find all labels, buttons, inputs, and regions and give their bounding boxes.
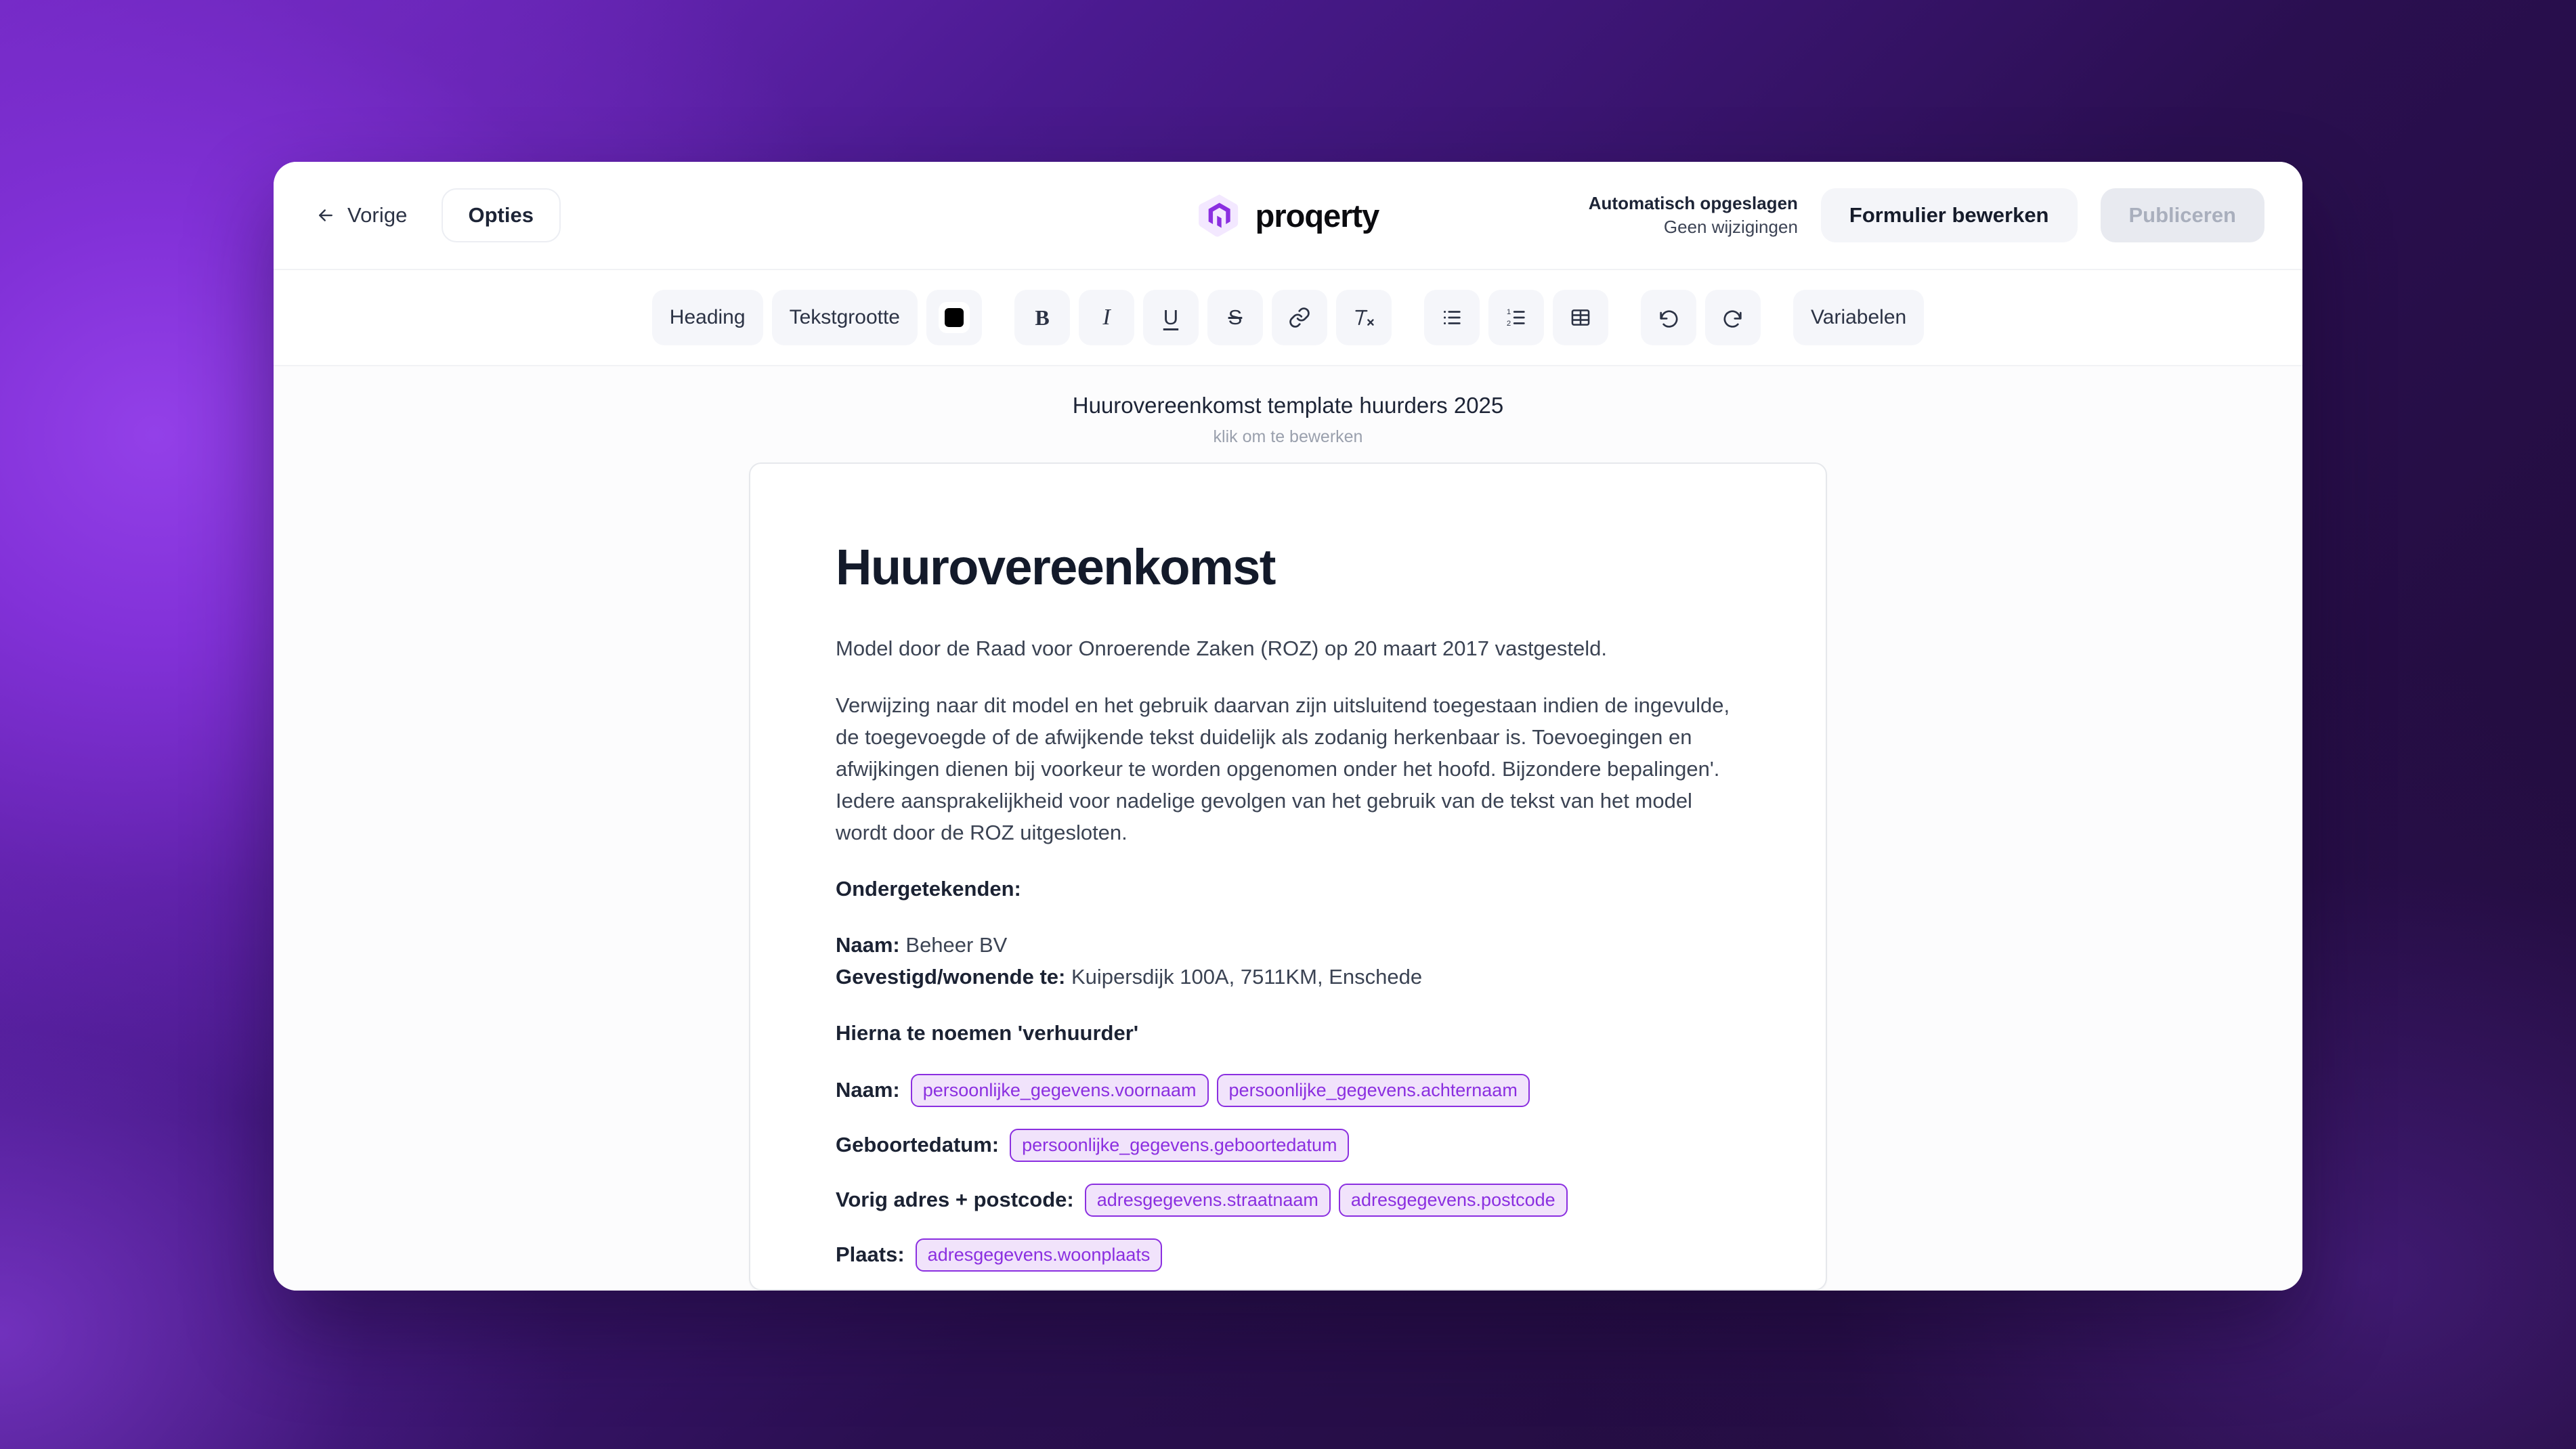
document-title-area: Huurovereenkomst template huurders 2025 … — [274, 366, 2302, 463]
toolbar-group-blocks: 1 2 — [1423, 290, 1608, 345]
edit-form-button[interactable]: Formulier bewerken — [1820, 188, 2078, 242]
numbered-list-button[interactable]: 1 2 — [1488, 290, 1544, 345]
landlord-name-value: Beheer BV — [905, 933, 1008, 957]
text-color-button[interactable] — [926, 290, 982, 345]
toolbar-group-history — [1640, 290, 1761, 345]
undo-button[interactable] — [1640, 290, 1696, 345]
variable-row: Naam: persoonlijke_gegevens.voornaam per… — [836, 1073, 1740, 1107]
document-heading: Huurovereenkomst — [836, 539, 1276, 596]
app-header: Vorige Opties proqerty Automatisch opges… — [274, 162, 2302, 270]
undersigned-label: Ondergetekenden: — [836, 877, 1021, 901]
undo-icon — [1657, 306, 1680, 329]
variable-row-label: Vorig adres + postcode: — [836, 1188, 1074, 1212]
brand-logo: proqerty — [1197, 193, 1379, 238]
underline-icon: U — [1163, 305, 1179, 329]
toolbar-group-variables: Variabelen — [1793, 290, 1925, 345]
landlord-name-label: Naam: — [836, 933, 900, 957]
numbered-list-icon: 1 2 — [1505, 306, 1528, 329]
insert-table-button[interactable] — [1552, 290, 1608, 345]
variable-chip[interactable]: adresgegevens.woonplaats — [915, 1238, 1163, 1272]
autosave-status: Automatisch opgeslagen Geen wijzigingen — [1589, 192, 1798, 239]
landlord-address-label: Gevestigd/wonende te: — [836, 965, 1066, 989]
autosave-subtitle: Geen wijzigingen — [1663, 217, 1798, 237]
variable-chip[interactable]: persoonlijke_gegevens.geboortedatum — [1010, 1128, 1350, 1162]
italic-button[interactable]: I — [1078, 290, 1134, 345]
autosave-title: Automatisch opgeslagen — [1588, 192, 1798, 213]
text-size-dropdown[interactable]: Tekstgrootte — [771, 290, 918, 345]
header-right-group: Automatisch opgeslagen Geen wijzigingen … — [1589, 188, 2264, 242]
variables-button[interactable]: Variabelen — [1793, 290, 1925, 345]
heading-dropdown[interactable]: Heading — [651, 290, 763, 345]
landlord-name-line: Naam: Beheer BV — [836, 929, 1740, 961]
document-page[interactable]: Huurovereenkomst Model door de Raad voor… — [749, 462, 1827, 1291]
variable-row-label: Plaats: — [836, 1242, 905, 1267]
svg-text:1: 1 — [1507, 308, 1511, 316]
clear-format-icon — [1352, 306, 1375, 329]
toolbar-group-text-style: Heading Tekstgrootte — [651, 290, 982, 345]
variable-chip[interactable]: persoonlijke_gegevens.voornaam — [910, 1073, 1209, 1107]
variable-row: Plaats: adresgegevens.woonplaats — [836, 1238, 1740, 1272]
document-disclaimer-paragraph: Verwijzing naar dit model en het gebruik… — [836, 693, 1730, 844]
variable-chip[interactable]: persoonlijke_gegevens.achternaam — [1216, 1073, 1530, 1107]
color-swatch-icon — [938, 302, 970, 333]
editor-toolbar: Heading Tekstgrootte B I U S 1 2 Variabe… — [274, 270, 2302, 366]
bullet-list-button[interactable] — [1423, 290, 1480, 345]
redo-button[interactable] — [1704, 290, 1761, 345]
link-icon — [1288, 306, 1311, 329]
table-icon — [1569, 306, 1592, 329]
variable-chip[interactable]: adresgegevens.postcode — [1338, 1183, 1568, 1217]
italic-icon: I — [1102, 305, 1111, 330]
strikethrough-icon: S — [1228, 305, 1243, 329]
bullet-list-icon — [1440, 306, 1463, 329]
header-left-group: Vorige Opties — [312, 188, 561, 242]
clear-formatting-button[interactable] — [1335, 290, 1392, 345]
proqerty-hexagon-icon — [1197, 193, 1242, 238]
variable-row-label: Naam: — [836, 1078, 900, 1102]
document-title-hint: klik om te bewerken — [1213, 427, 1363, 446]
toolbar-group-formatting: B I U S — [1014, 290, 1392, 345]
document-title[interactable]: Huurovereenkomst template huurders 2025 — [274, 391, 2302, 421]
underline-button[interactable]: U — [1142, 290, 1199, 345]
editor-canvas: Huurovereenkomst Model door de Raad voor… — [274, 462, 2302, 1291]
arrow-left-icon — [316, 205, 336, 225]
bold-button[interactable]: B — [1014, 290, 1070, 345]
variable-chip[interactable]: adresgegevens.straatnaam — [1084, 1183, 1331, 1217]
strikethrough-button[interactable]: S — [1207, 290, 1263, 345]
variable-row: Geboortedatum: persoonlijke_gegevens.geb… — [836, 1128, 1740, 1162]
options-button[interactable]: Opties — [441, 188, 561, 242]
back-button[interactable]: Vorige — [312, 196, 412, 234]
brand-name: proqerty — [1255, 197, 1380, 234]
landlord-details: Naam: Beheer BV Gevestigd/wonende te: Ku… — [836, 929, 1740, 993]
landlord-address-line: Gevestigd/wonende te: Kuipersdijk 100A, … — [836, 961, 1740, 993]
publish-button: Publiceren — [2100, 188, 2264, 242]
landlord-address-value: Kuipersdijk 100A, 7511KM, Enschede — [1071, 965, 1423, 989]
document-intro-paragraph: Model door de Raad voor Onroerende Zaken… — [836, 636, 1608, 661]
landlord-note: Hierna te noemen 'verhuurder' — [836, 1021, 1139, 1045]
variable-row-label: Geboortedatum: — [836, 1133, 1000, 1157]
link-button[interactable] — [1271, 290, 1327, 345]
app-window: Vorige Opties proqerty Automatisch opges… — [274, 162, 2302, 1291]
back-button-label: Vorige — [347, 203, 408, 227]
svg-text:2: 2 — [1507, 320, 1511, 328]
bold-icon: B — [1035, 305, 1050, 330]
variable-row: Vorig adres + postcode: adresgegevens.st… — [836, 1183, 1740, 1217]
redo-icon — [1721, 306, 1744, 329]
